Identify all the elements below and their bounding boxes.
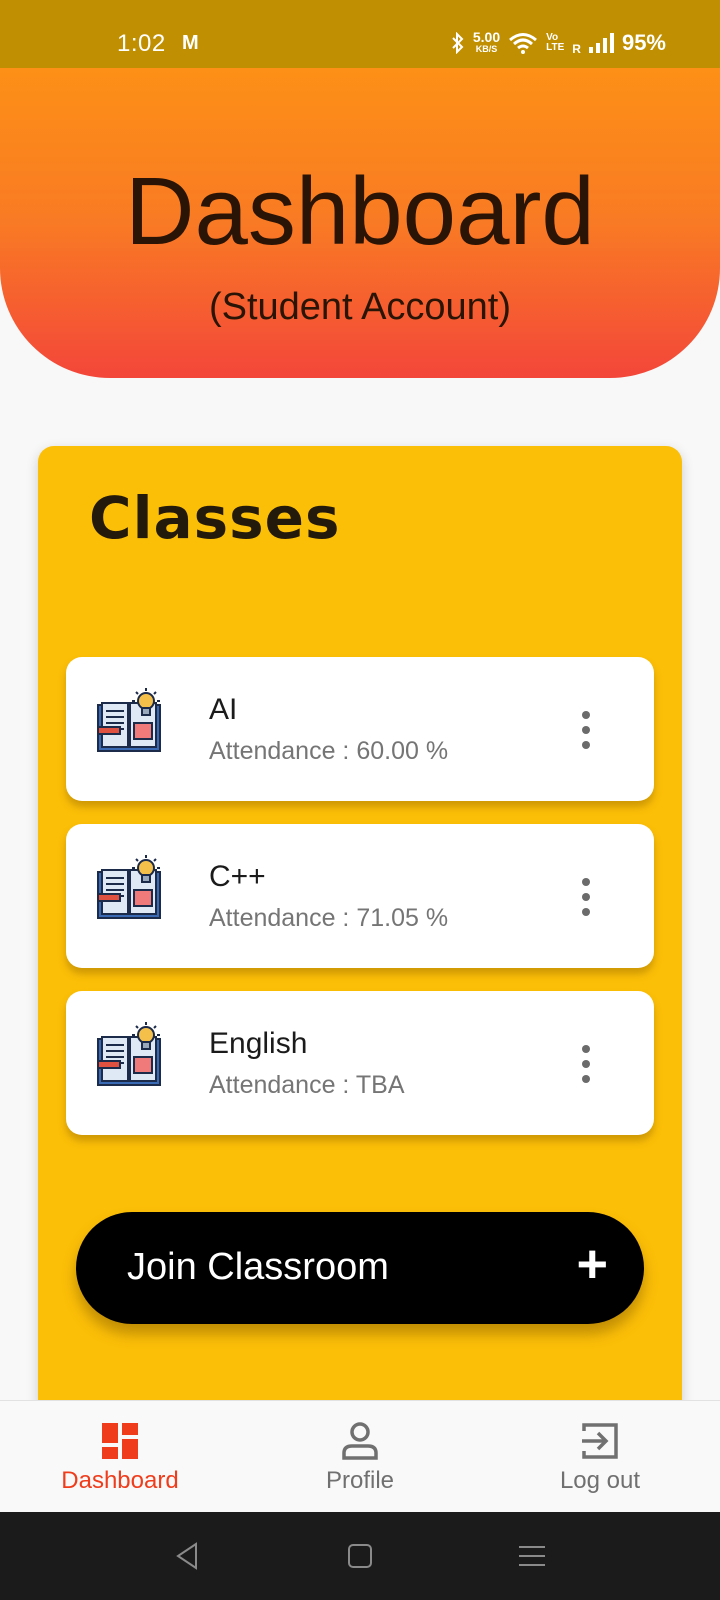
bottom-nav: Dashboard Profile Log out [0, 1400, 720, 1512]
system-nav-bar [0, 1512, 720, 1600]
carrier-m-icon: M [182, 32, 199, 54]
book-idea-icon [97, 855, 161, 919]
class-attendance: Attendance : 71.05 % [209, 904, 449, 932]
class-name: AI [209, 693, 238, 726]
dashboard-icon [102, 1423, 138, 1459]
plus-icon: + [576, 1234, 608, 1294]
class-name: C++ [209, 860, 266, 893]
join-classroom-label: Join Classroom [127, 1246, 389, 1288]
wifi-icon [509, 33, 538, 54]
class-attendance: Attendance : 60.00 % [209, 737, 449, 765]
nav-label-profile: Profile [325, 1467, 395, 1494]
book-idea-icon [97, 1022, 161, 1086]
nav-item-logout[interactable]: Log out [480, 1401, 720, 1513]
join-classroom-button[interactable]: Join Classroom + [76, 1212, 644, 1324]
classes-panel: Classes AI Attendance : 60.00 % C++ Atte… [38, 446, 682, 1406]
logout-icon [582, 1423, 618, 1459]
volte-bottom: LTE [546, 42, 565, 53]
more-options-icon[interactable] [576, 878, 596, 916]
recents-icon[interactable] [514, 1538, 550, 1574]
dashboard-header: Dashboard (Student Account) [0, 68, 720, 378]
volte-indicator: Vo LTE [546, 33, 564, 53]
net-speed-value: 5.00 [472, 29, 501, 45]
status-time: 1:02 [117, 30, 166, 57]
class-card-cpp[interactable]: C++ Attendance : 71.05 % [66, 824, 654, 968]
page-title: Dashboard [125, 158, 595, 265]
battery-percent: 95% [621, 30, 666, 55]
home-icon[interactable] [342, 1538, 378, 1574]
status-indicators: 5.00 KB/S Vo LTE R 95% [451, 30, 666, 56]
class-card-english[interactable]: English Attendance : TBA [66, 991, 654, 1135]
nav-label-logout: Log out [559, 1467, 641, 1494]
roaming-indicator: R [572, 42, 581, 56]
nav-item-profile[interactable]: Profile [240, 1401, 480, 1513]
page-subtitle: (Student Account) [208, 286, 512, 328]
bluetooth-icon [452, 32, 464, 54]
class-card-ai[interactable]: AI Attendance : 60.00 % [66, 657, 654, 801]
more-options-icon[interactable] [576, 1045, 596, 1083]
person-icon [342, 1422, 378, 1460]
back-icon[interactable] [170, 1538, 206, 1574]
net-speed: 5.00 KB/S [472, 29, 501, 55]
class-name: English [209, 1027, 308, 1060]
net-speed-unit: KB/S [475, 44, 498, 54]
status-bar: 1:02 M 5.00 KB/S Vo LTE R 95% [0, 0, 720, 68]
signal-icon [588, 33, 614, 53]
book-idea-icon [97, 688, 161, 752]
classes-title: Classes [89, 484, 341, 552]
nav-label-dashboard: Dashboard [61, 1467, 179, 1494]
more-options-icon[interactable] [576, 711, 596, 749]
class-attendance: Attendance : TBA [209, 1071, 405, 1099]
nav-item-dashboard[interactable]: Dashboard [0, 1401, 240, 1513]
